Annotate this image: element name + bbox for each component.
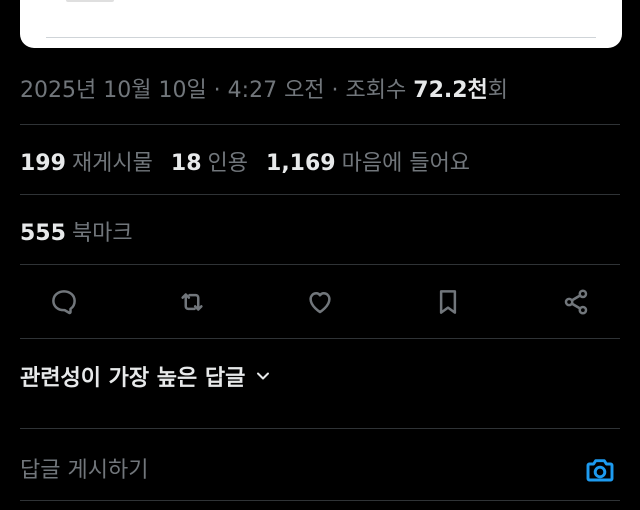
divider — [20, 338, 620, 339]
reply-button[interactable] — [40, 278, 88, 326]
reposts-stat[interactable]: 199 재게시물 — [20, 145, 153, 177]
repost-icon — [181, 293, 203, 311]
divider — [20, 428, 620, 429]
share-icon — [564, 289, 588, 315]
views-suffix: 회 — [487, 78, 509, 103]
like-button[interactable] — [296, 278, 344, 326]
divider — [20, 124, 620, 125]
camera-icon — [586, 459, 614, 482]
quotes-label: 인용 — [207, 151, 249, 176]
chevron-down-icon — [257, 372, 270, 380]
post-meta: 2025년 10월 10일 · 4:27 오전 · 조회수 72.2천회 — [20, 72, 508, 104]
quotes-stat[interactable]: 18 인용 — [171, 145, 248, 177]
share-button[interactable] — [552, 278, 600, 326]
views-label: 조회수 — [345, 78, 414, 103]
divider — [20, 500, 620, 501]
bookmarks-label: 북마크 — [71, 221, 133, 246]
bookmarks-stat[interactable]: 555 북마크 — [20, 215, 133, 247]
post-time: 4:27 오전 — [227, 78, 325, 103]
reply-sort-label: 관련성이 가장 높은 답글 — [20, 366, 246, 391]
camera-button[interactable] — [580, 450, 620, 490]
post-detail-screen: 2025년 10월 10일 · 4:27 오전 · 조회수 72.2천회 199… — [0, 0, 640, 510]
reply-sort-dropdown[interactable]: 관련성이 가장 높은 답글 — [20, 360, 273, 392]
quoted-post-cut-text — [66, 0, 114, 2]
meta-separator: · — [324, 78, 346, 103]
bookmark-button[interactable] — [424, 278, 472, 326]
quoted-post-divider — [46, 37, 596, 38]
divider — [20, 194, 620, 195]
action-bar — [20, 278, 620, 326]
reposts-label: 재게시물 — [71, 151, 153, 176]
reply-icon — [52, 290, 76, 315]
quoted-post-card[interactable] — [20, 0, 622, 48]
reposts-count: 199 — [20, 151, 66, 176]
bookmarks-count: 555 — [20, 221, 66, 246]
meta-separator: · — [206, 78, 228, 103]
post-date: 2025년 10월 10일 — [20, 78, 207, 103]
engagement-stats: 199 재게시물 18 인용 1,169 마음에 들어요 — [20, 145, 488, 177]
like-icon — [309, 292, 331, 314]
quotes-count: 18 — [170, 151, 202, 176]
views-count[interactable]: 72.2천 — [413, 78, 488, 103]
likes-stat[interactable]: 1,169 마음에 들어요 — [266, 145, 470, 177]
divider — [20, 264, 620, 265]
reply-input[interactable] — [20, 457, 580, 483]
likes-count: 1,169 — [266, 151, 336, 176]
reply-composer — [20, 446, 620, 494]
likes-label: 마음에 들어요 — [341, 151, 471, 176]
repost-button[interactable] — [168, 278, 216, 326]
bookmark-icon — [439, 290, 457, 314]
